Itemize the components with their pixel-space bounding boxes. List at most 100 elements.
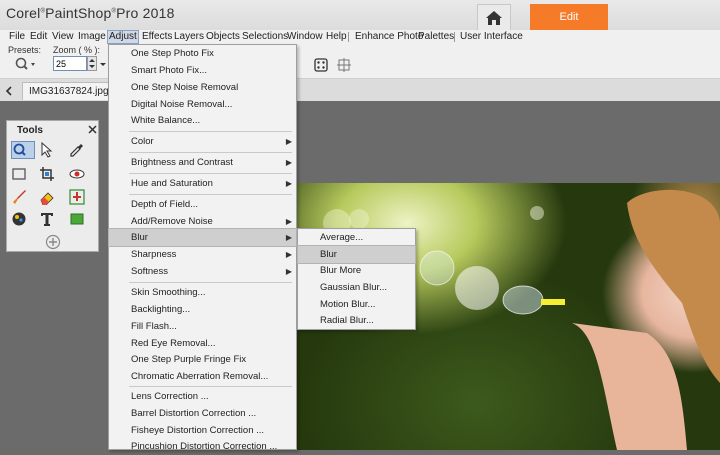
menu-file[interactable]: File bbox=[8, 31, 26, 43]
menu-item-chromatic-aberration[interactable]: Chromatic Aberration Removal... bbox=[109, 368, 296, 385]
menu-item-one-step-noise-removal[interactable]: One Step Noise Removal bbox=[109, 79, 296, 96]
menu-window[interactable]: Window bbox=[286, 31, 324, 43]
menu-item-hue-saturation[interactable]: Hue and Saturation ▶ bbox=[109, 175, 296, 192]
dropper-tool[interactable] bbox=[69, 142, 85, 158]
menu-adjust[interactable]: Adjust bbox=[107, 30, 139, 44]
menu-enhance-photo[interactable]: Enhance Photo bbox=[354, 31, 424, 43]
submenu-arrow-icon: ▶ bbox=[285, 158, 292, 167]
menu-objects[interactable]: Objects bbox=[205, 31, 241, 43]
eraser-tool[interactable] bbox=[39, 189, 55, 206]
zoom-input[interactable] bbox=[53, 56, 87, 71]
menu-item-purple-fringe-fix[interactable]: One Step Purple Fringe Fix bbox=[109, 351, 296, 368]
brand-name: Corel bbox=[6, 5, 41, 21]
pick-tool[interactable] bbox=[39, 141, 55, 158]
menu-image[interactable]: Image bbox=[77, 31, 107, 43]
fit-window-icon bbox=[337, 58, 351, 72]
menu-effects[interactable]: Effects bbox=[141, 31, 173, 43]
edit-tab[interactable]: Edit bbox=[530, 4, 608, 30]
menu-item-sharpness[interactable]: Sharpness ▶ bbox=[109, 246, 296, 263]
zoom-stepper[interactable] bbox=[87, 56, 97, 71]
submenu-item-radial-blur[interactable]: Radial Blur... bbox=[298, 312, 415, 329]
menu-item-skin-smoothing[interactable]: Skin Smoothing... bbox=[109, 284, 296, 301]
menu-item-backlighting[interactable]: Backlighting... bbox=[109, 301, 296, 318]
menu-view[interactable]: View bbox=[51, 31, 75, 43]
menu-item-white-balance[interactable]: White Balance... bbox=[109, 112, 296, 129]
crop-tool[interactable] bbox=[39, 166, 55, 182]
menu-palettes[interactable]: Palettes bbox=[417, 31, 455, 43]
menu-divider bbox=[454, 32, 455, 42]
zoom-tool[interactable] bbox=[11, 141, 35, 159]
tab-scroll-left-button[interactable] bbox=[4, 85, 14, 97]
shape-tool[interactable] bbox=[69, 211, 85, 227]
submenu-item-average[interactable]: Average... bbox=[298, 229, 415, 246]
spinner-arrows-icon bbox=[89, 59, 95, 68]
chevron-left-icon bbox=[5, 86, 12, 96]
menu-item-lens-correction[interactable]: Lens Correction ... bbox=[109, 388, 296, 405]
menu-item-one-step-photo-fix[interactable]: One Step Photo Fix bbox=[109, 45, 296, 62]
close-icon bbox=[88, 125, 97, 134]
menu-layers[interactable]: Layers bbox=[173, 31, 205, 43]
tools-palette-close-button[interactable] bbox=[88, 123, 97, 137]
selection-tool[interactable] bbox=[11, 166, 27, 182]
rectangle-shape-icon bbox=[70, 213, 84, 225]
arrow-pointer-icon bbox=[41, 141, 53, 158]
paint-brush-icon bbox=[13, 190, 26, 204]
document-tab[interactable]: IMG31637824.jpg @ bbox=[22, 82, 112, 100]
add-tool-button[interactable] bbox=[45, 234, 61, 250]
menu-item-digital-noise-removal[interactable]: Digital Noise Removal... bbox=[109, 96, 296, 113]
eyedropper-icon bbox=[70, 144, 83, 157]
menu-item-blur[interactable]: Blur ▶ bbox=[108, 228, 297, 247]
menu-item-fill-flash[interactable]: Fill Flash... bbox=[109, 318, 296, 335]
menu-separator bbox=[129, 386, 292, 387]
app-title: Corel®PaintShop®Pro 2018 bbox=[6, 5, 175, 21]
menu-item-label: Blur bbox=[131, 232, 148, 243]
eraser-icon bbox=[40, 192, 54, 206]
clone-tool[interactable] bbox=[69, 189, 85, 205]
menu-item-smart-photo-fix[interactable]: Smart Photo Fix... bbox=[109, 62, 296, 79]
menu-item-color[interactable]: Color ▶ bbox=[109, 133, 296, 150]
submenu-item-blur[interactable]: Blur bbox=[297, 245, 416, 264]
submenu-item-blur-more[interactable]: Blur More bbox=[298, 262, 415, 279]
menu-separator bbox=[129, 173, 292, 174]
submenu-arrow-icon: ▶ bbox=[285, 179, 292, 188]
zoom-dropdown-button[interactable] bbox=[98, 57, 108, 71]
actual-size-button[interactable] bbox=[314, 58, 328, 72]
red-eye-tool[interactable] bbox=[69, 166, 85, 182]
presets-dropdown[interactable] bbox=[14, 57, 38, 71]
fit-window-button[interactable] bbox=[337, 58, 351, 72]
chevron-down-icon bbox=[100, 63, 106, 66]
menu-item-label: Color bbox=[131, 136, 154, 147]
menu-item-label: Brightness and Contrast bbox=[131, 157, 233, 168]
menu-edit[interactable]: Edit bbox=[29, 31, 48, 43]
menu-item-label: Softness bbox=[131, 266, 168, 277]
submenu-item-gaussian-blur[interactable]: Gaussian Blur... bbox=[298, 279, 415, 296]
menu-item-red-eye-removal[interactable]: Red Eye Removal... bbox=[109, 335, 296, 352]
menu-item-fisheye-distortion[interactable]: Fisheye Distortion Correction ... bbox=[109, 422, 296, 439]
submenu-arrow-icon: ▶ bbox=[285, 217, 292, 226]
home-tab[interactable] bbox=[477, 4, 511, 30]
text-tool[interactable] bbox=[39, 211, 55, 227]
menu-item-softness[interactable]: Softness ▶ bbox=[109, 263, 296, 280]
adjust-menu: One Step Photo Fix Smart Photo Fix... On… bbox=[108, 44, 297, 452]
zoom-tool-icon bbox=[13, 143, 26, 156]
paint-brush-tool[interactable] bbox=[11, 189, 27, 205]
submenu-arrow-icon: ▶ bbox=[285, 267, 292, 276]
menu-help[interactable]: Help bbox=[325, 31, 348, 43]
fill-tool[interactable] bbox=[11, 211, 27, 227]
menu-item-pincushion-distortion[interactable]: Pincushion Distortion Correction ... bbox=[109, 438, 296, 455]
menu-user-interface[interactable]: User Interface bbox=[459, 31, 524, 43]
product-version: Pro 2018 bbox=[116, 5, 175, 21]
zoom-label: Zoom ( % ): bbox=[53, 45, 101, 55]
rectangle-select-icon bbox=[12, 168, 26, 180]
menu-item-add-remove-noise[interactable]: Add/Remove Noise ▶ bbox=[109, 213, 296, 230]
menu-item-barrel-distortion[interactable]: Barrel Distortion Correction ... bbox=[109, 405, 296, 422]
submenu-item-motion-blur[interactable]: Motion Blur... bbox=[298, 296, 415, 313]
home-icon bbox=[486, 10, 502, 25]
menu-item-depth-of-field[interactable]: Depth of Field... bbox=[109, 196, 296, 213]
menu-item-label: Sharpness bbox=[131, 249, 177, 260]
paint-palette-icon bbox=[12, 212, 26, 226]
menu-selections[interactable]: Selections bbox=[241, 31, 289, 43]
menu-item-label: Add/Remove Noise bbox=[131, 216, 213, 227]
menu-item-brightness-contrast[interactable]: Brightness and Contrast ▶ bbox=[109, 154, 296, 171]
clone-stamp-icon bbox=[69, 189, 85, 205]
